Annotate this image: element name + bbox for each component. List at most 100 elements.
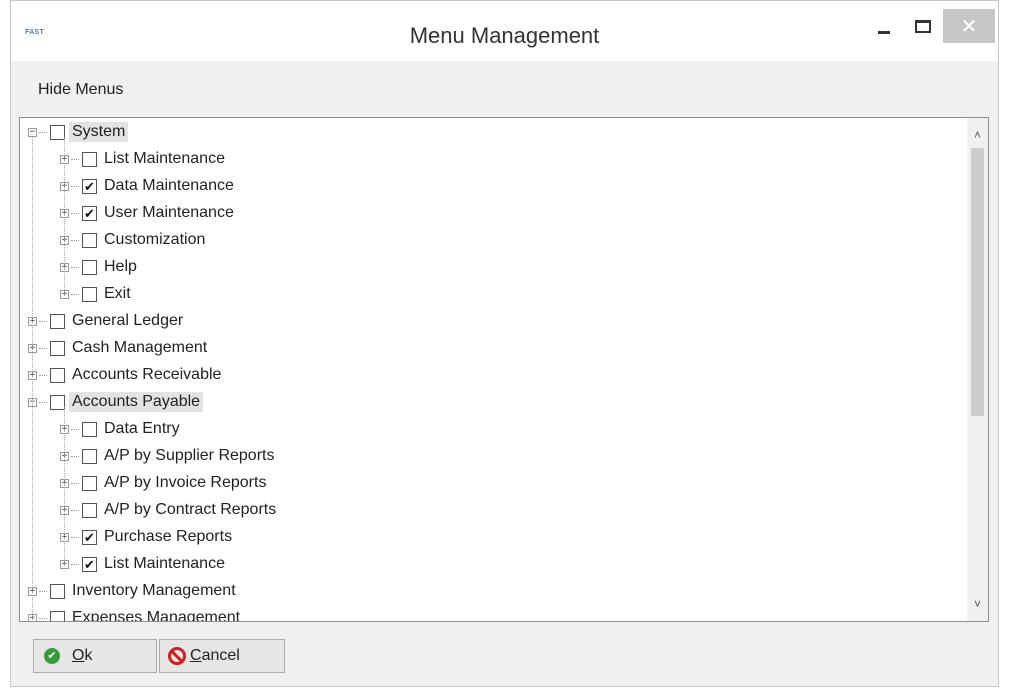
tree-item-checkbox[interactable]: ✔ bbox=[82, 205, 97, 221]
menu-tree-view[interactable]: − System + List Maintenance + ✔ Data Maintenan… bbox=[19, 117, 989, 622]
tree-connector bbox=[71, 293, 79, 295]
tree-item-checkbox[interactable]: ✔ bbox=[82, 178, 97, 194]
tree-item-child[interactable]: + ✔ List Maintenance bbox=[60, 553, 228, 575]
tree-item-child[interactable]: + Help bbox=[60, 256, 140, 278]
tree-item-top[interactable]: − System bbox=[28, 121, 129, 143]
menu-bar: Hide Menus bbox=[11, 61, 998, 113]
tree-item-label[interactable]: A/P by Contract Reports bbox=[101, 500, 279, 520]
tree-item-child[interactable]: + A/P by Invoice Reports bbox=[60, 472, 269, 494]
button-bar: ✔ Ok Cancel bbox=[11, 623, 998, 687]
tree-item-label[interactable]: Expenses Management bbox=[69, 608, 243, 621]
scroll-thumb[interactable] bbox=[971, 148, 984, 416]
maximize-button[interactable] bbox=[902, 9, 944, 43]
tree-guide-line bbox=[32, 137, 33, 618]
tree-item-label[interactable]: A/P by Supplier Reports bbox=[101, 446, 277, 466]
tree-item-checkbox[interactable] bbox=[82, 448, 97, 464]
tree-item-label[interactable]: System bbox=[69, 122, 129, 142]
tree-item-label[interactable]: Cash Management bbox=[69, 338, 210, 358]
tree-connector bbox=[71, 536, 79, 538]
title-bar[interactable]: FAST Menu Management ✕ bbox=[11, 1, 998, 61]
tree-item-checkbox[interactable] bbox=[82, 259, 97, 275]
tree-item-top[interactable]: − Accounts Payable bbox=[28, 391, 204, 413]
tree-item-label[interactable]: Help bbox=[101, 257, 140, 277]
tree-item-label[interactable]: Accounts Payable bbox=[69, 392, 204, 412]
tree-item-label[interactable]: List Maintenance bbox=[101, 149, 228, 169]
collapse-icon[interactable]: − bbox=[28, 127, 37, 137]
tree-item-checkbox[interactable] bbox=[50, 124, 65, 140]
tree-connector bbox=[39, 374, 47, 376]
tree-item-label[interactable]: Data Maintenance bbox=[101, 176, 237, 196]
tree-item-checkbox[interactable] bbox=[82, 502, 97, 518]
tree-item-label[interactable]: Accounts Receivable bbox=[69, 365, 224, 385]
tree-connector bbox=[39, 131, 47, 133]
tree-item-child[interactable]: + Data Entry bbox=[60, 418, 183, 440]
tree-item-checkbox[interactable] bbox=[50, 367, 65, 383]
tree-item-checkbox[interactable] bbox=[50, 394, 65, 410]
tree-item-checkbox[interactable] bbox=[82, 286, 97, 302]
tree-connector bbox=[71, 428, 79, 430]
tree-connector bbox=[39, 320, 47, 322]
tree-connector bbox=[39, 401, 47, 403]
tree-item-label[interactable]: Inventory Management bbox=[69, 581, 239, 601]
ok-button[interactable]: ✔ Ok bbox=[33, 639, 157, 673]
tree-item-label[interactable]: Customization bbox=[101, 230, 208, 250]
tree-content: − System + List Maintenance + ✔ Data Maintenan… bbox=[20, 118, 966, 621]
tree-connector bbox=[39, 590, 47, 592]
tree-connector bbox=[71, 563, 79, 565]
ok-check-icon: ✔ bbox=[44, 648, 60, 664]
cancel-button-label: Cancel bbox=[190, 647, 240, 664]
vertical-scrollbar[interactable]: ˄ ˅ bbox=[967, 118, 988, 621]
tree-connector bbox=[71, 185, 79, 187]
maximize-icon bbox=[915, 19, 931, 33]
tree-item-checkbox[interactable] bbox=[82, 475, 97, 491]
tree-item-label[interactable]: A/P by Invoice Reports bbox=[101, 473, 269, 493]
tree-connector bbox=[71, 266, 79, 268]
tree-item-checkbox[interactable]: ✔ bbox=[82, 529, 97, 545]
tree-item-checkbox[interactable] bbox=[82, 151, 97, 167]
tree-connector bbox=[71, 455, 79, 457]
tree-item-child[interactable]: + Customization bbox=[60, 229, 208, 251]
menu-management-window: FAST Menu Management ✕ Hide Menus − Syste… bbox=[10, 0, 999, 687]
window-title: Menu Management bbox=[409, 23, 600, 48]
tree-item-child[interactable]: + List Maintenance bbox=[60, 148, 228, 170]
tree-item-label[interactable]: Exit bbox=[101, 284, 134, 304]
tree-item-top[interactable]: + Cash Management bbox=[28, 337, 210, 359]
tree-item-top[interactable]: + Accounts Receivable bbox=[28, 364, 224, 386]
tree-item-checkbox[interactable] bbox=[50, 340, 65, 356]
tree-item-child[interactable]: + A/P by Supplier Reports bbox=[60, 445, 277, 467]
tree-guide-line bbox=[64, 407, 65, 564]
tree-item-checkbox[interactable] bbox=[50, 610, 65, 621]
cancel-button[interactable]: Cancel bbox=[159, 639, 285, 673]
tree-connector bbox=[71, 158, 79, 160]
tree-connector bbox=[71, 509, 79, 511]
close-icon: ✕ bbox=[960, 15, 978, 38]
tree-item-label[interactable]: Purchase Reports bbox=[101, 527, 235, 547]
tree-item-checkbox[interactable] bbox=[82, 421, 97, 437]
tree-item-label[interactable]: Data Entry bbox=[101, 419, 183, 439]
tree-item-child[interactable]: + ✔ Data Maintenance bbox=[60, 175, 237, 197]
tree-item-checkbox[interactable] bbox=[50, 583, 65, 599]
tree-item-checkbox[interactable] bbox=[50, 313, 65, 329]
tree-item-child[interactable]: + ✔ User Maintenance bbox=[60, 202, 237, 224]
tree-connector bbox=[39, 347, 47, 349]
minimize-button[interactable] bbox=[863, 9, 905, 43]
tree-item-child[interactable]: + ✔ Purchase Reports bbox=[60, 526, 235, 548]
tree-item-top[interactable]: + Expenses Management bbox=[28, 607, 243, 621]
tree-item-child[interactable]: + A/P by Contract Reports bbox=[60, 499, 279, 521]
tree-connector bbox=[39, 617, 47, 619]
tree-item-checkbox[interactable]: ✔ bbox=[82, 556, 97, 572]
tree-item-label[interactable]: User Maintenance bbox=[101, 203, 237, 223]
tree-item-checkbox[interactable] bbox=[82, 232, 97, 248]
ok-button-label: Ok bbox=[72, 647, 93, 664]
scroll-up-arrow-icon[interactable]: ˄ bbox=[967, 124, 988, 146]
tree-connector bbox=[71, 482, 79, 484]
tree-item-child[interactable]: + Exit bbox=[60, 283, 134, 305]
tree-item-top[interactable]: + General Ledger bbox=[28, 310, 186, 332]
tree-item-top[interactable]: + Inventory Management bbox=[28, 580, 239, 602]
hide-menus-menu[interactable]: Hide Menus bbox=[38, 81, 123, 99]
minimize-icon bbox=[878, 30, 890, 34]
tree-item-label[interactable]: List Maintenance bbox=[101, 554, 228, 574]
close-button[interactable]: ✕ bbox=[943, 9, 995, 43]
scroll-down-arrow-icon[interactable]: ˅ bbox=[967, 593, 988, 615]
tree-item-label[interactable]: General Ledger bbox=[69, 311, 186, 331]
